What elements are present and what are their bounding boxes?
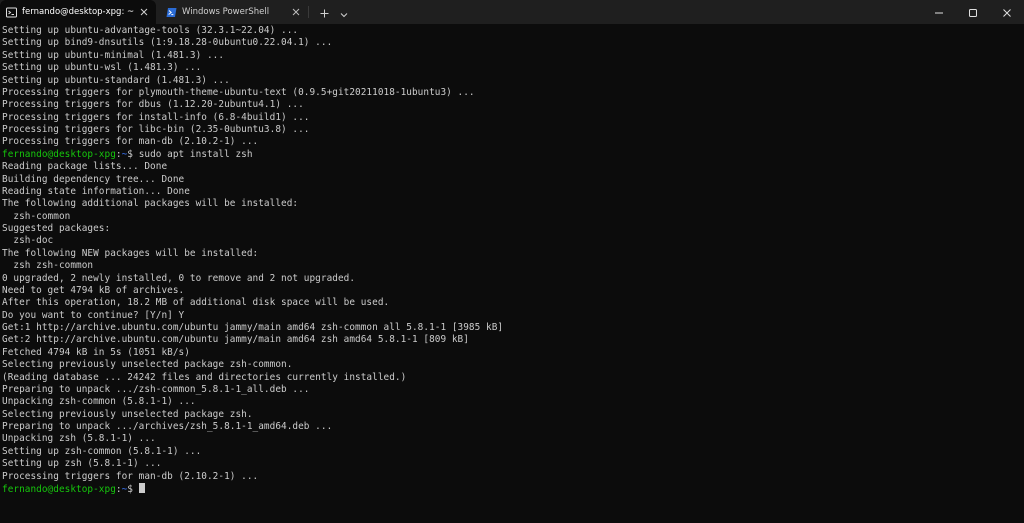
terminal-line: Fetched 4794 kB in 5s (1051 kB/s)	[2, 346, 190, 358]
close-tab-icon[interactable]	[290, 6, 302, 18]
terminal-line: Unpacking zsh-common (5.8.1-1) ...	[2, 396, 196, 408]
terminal-line: Setting up zsh-common (5.8.1-1) ...	[2, 445, 202, 457]
terminal-line: Setting up ubuntu-advantage-tools (32.3.…	[2, 25, 299, 36]
tab-title: Windows PowerShell	[182, 7, 270, 17]
terminal-line: Setting up ubuntu-minimal (1.481.3) ...	[2, 49, 225, 61]
terminal-line: Unpacking zsh (5.8.1-1) ...	[2, 433, 156, 445]
terminal-line: zsh-common	[2, 210, 71, 222]
new-tab-button[interactable]	[314, 0, 334, 24]
terminal-line: Processing triggers for dbus (1.12.20-2u…	[2, 99, 304, 111]
terminal-output[interactable]: Setting up ubuntu-advantage-tools (32.3.…	[0, 25, 1024, 523]
terminal-line: Processing triggers for man-db (2.10.2-1…	[2, 470, 259, 482]
terminal-line: (Reading database ... 24242 files and di…	[2, 371, 407, 383]
terminal-line: Setting up ubuntu-standard (1.481.3) ...	[2, 74, 230, 86]
command-text: sudo apt install zsh	[138, 148, 253, 160]
close-tab-icon[interactable]	[138, 6, 150, 18]
prompt-symbol: $	[127, 148, 139, 160]
terminal-line: Building dependency tree... Done	[2, 173, 185, 185]
terminal-line: Get:2 http://archive.ubuntu.com/ubuntu j…	[2, 334, 469, 346]
minimize-button[interactable]	[922, 0, 956, 24]
terminal-line: Selecting previously unselected package …	[2, 408, 253, 420]
terminal-line: Reading state information... Done	[2, 185, 190, 197]
tab-ubuntu[interactable]: fernando@desktop-xpg: ~	[0, 0, 156, 24]
terminal-line: The following additional packages will b…	[2, 198, 299, 210]
terminal-line: Suggested packages:	[2, 223, 111, 234]
terminal-line: Selecting previously unselected package …	[2, 359, 293, 371]
close-icon	[1002, 3, 1012, 22]
command-line: fernando@desktop-xpg:~$ sudo apt install…	[0, 149, 1024, 161]
terminal-line: Processing triggers for man-db (2.10.2-1…	[2, 136, 259, 148]
chevron-down-icon	[340, 3, 348, 22]
prompt-symbol: $	[127, 483, 139, 495]
terminal-line: Setting up zsh (5.8.1-1) ...	[2, 458, 162, 470]
terminal-line: Processing triggers for install-info (6.…	[2, 111, 310, 123]
plus-icon	[320, 3, 329, 22]
title-bar: fernando@desktop-xpg: ~ Windows PowerShe…	[0, 0, 1024, 24]
terminal-line: Need to get 4794 kB of archives.	[2, 284, 185, 296]
tab-divider	[308, 6, 309, 18]
prompt-user: fernando@desktop-xpg	[2, 483, 116, 495]
terminal-icon	[6, 7, 17, 18]
terminal-line: Setting up bind9-dnsutils (1:9.18.28-0ub…	[2, 37, 333, 49]
drag-region[interactable]	[354, 0, 922, 24]
terminal-line: zsh-doc	[2, 235, 54, 247]
active-prompt-line[interactable]: fernando@desktop-xpg:~$	[0, 482, 1024, 495]
terminal-line: Preparing to unpack .../archives/zsh_5.8…	[2, 421, 333, 432]
tab-dropdown-button[interactable]	[334, 0, 354, 24]
text-cursor	[138, 482, 145, 493]
maximize-button[interactable]	[956, 0, 990, 24]
close-button[interactable]	[990, 0, 1024, 24]
tab-powershell[interactable]: Windows PowerShell	[160, 0, 308, 24]
terminal-line: The following NEW packages will be insta…	[2, 247, 259, 259]
terminal-line: Do you want to continue? [Y/n] Y	[2, 309, 185, 321]
terminal-line: Processing triggers for plymouth-theme-u…	[2, 86, 475, 98]
terminal-line: Processing triggers for libc-bin (2.35-0…	[2, 124, 310, 135]
terminal-line: Setting up ubuntu-wsl (1.481.3) ...	[2, 62, 202, 74]
terminal-line: zsh zsh-common	[2, 260, 94, 272]
powershell-icon	[166, 7, 177, 18]
terminal-line: Get:1 http://archive.ubuntu.com/ubuntu j…	[2, 322, 504, 333]
terminal-line: After this operation, 18.2 MB of additio…	[2, 297, 390, 309]
terminal-line: Reading package lists... Done	[2, 161, 168, 173]
tab-title: fernando@desktop-xpg: ~	[22, 7, 135, 17]
terminal-line: Preparing to unpack .../zsh-common_5.8.1…	[2, 383, 310, 395]
maximize-icon	[968, 3, 978, 22]
terminal-line: 0 upgraded, 2 newly installed, 0 to remo…	[2, 272, 356, 284]
prompt-user: fernando@desktop-xpg	[2, 148, 116, 160]
minimize-icon	[934, 3, 944, 22]
